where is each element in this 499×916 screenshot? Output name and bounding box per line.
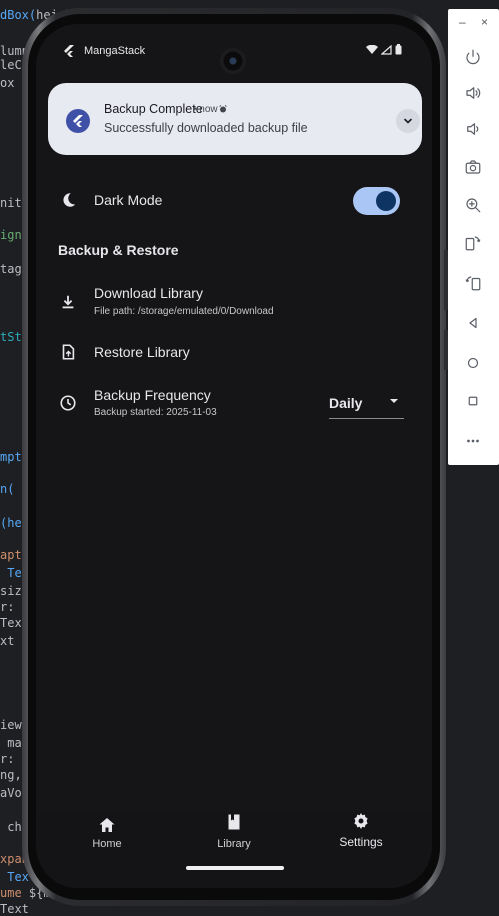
code-line: xt xyxy=(0,634,14,648)
front-camera xyxy=(220,48,246,74)
code-token: dBox( xyxy=(0,8,37,22)
phone-volume-button xyxy=(444,250,448,310)
flutter-icon xyxy=(64,45,74,57)
emulator-toolbar: – × xyxy=(448,9,499,465)
download-library-button[interactable]: Download Library xyxy=(94,285,203,301)
code-token: tag xyxy=(0,262,22,276)
signal-icon xyxy=(381,44,392,55)
volume-up-icon[interactable] xyxy=(461,81,485,105)
volume-down-icon[interactable] xyxy=(461,117,485,141)
code-line: ign xyxy=(0,228,22,242)
code-token: xt xyxy=(0,634,15,648)
overview-icon[interactable] xyxy=(461,389,485,413)
gear-icon xyxy=(354,813,368,829)
dark-mode-label: Dark Mode xyxy=(94,192,163,208)
dropdown-arrow-icon xyxy=(390,399,398,403)
code-token: ign xyxy=(0,228,22,242)
restore-file-icon xyxy=(58,342,78,362)
frequency-selected-value: Daily xyxy=(329,395,363,411)
code-token: n( xyxy=(0,482,15,496)
code-line: tag xyxy=(0,262,22,276)
home-icon xyxy=(99,818,115,832)
code-token: ox xyxy=(0,76,15,90)
clock-icon xyxy=(58,393,78,413)
backup-frequency-label: Backup Frequency xyxy=(94,387,211,403)
phone-screen: MangaStack T Backup Complete • now Succe… xyxy=(36,24,432,888)
back-icon[interactable] xyxy=(461,311,485,335)
code-token: ume xyxy=(0,886,29,900)
flutter-app-icon xyxy=(66,109,90,133)
nav-settings-label: Settings xyxy=(339,835,383,849)
download-icon xyxy=(58,292,78,312)
close-window-button[interactable]: × xyxy=(481,15,488,29)
section-header-backup-restore: Backup & Restore xyxy=(58,242,179,258)
dark-mode-toggle[interactable] xyxy=(353,187,400,215)
download-file-path: File path: /storage/emulated/0/Download xyxy=(94,306,274,317)
book-icon xyxy=(228,814,240,830)
camera-icon[interactable] xyxy=(461,155,485,179)
code-line: ox xyxy=(0,76,14,90)
minimize-button[interactable]: – xyxy=(459,15,466,29)
alarm-icon xyxy=(219,105,227,113)
status-bar: MangaStack xyxy=(36,24,432,74)
code-line: Text xyxy=(0,902,29,916)
nav-library-label: Library xyxy=(217,838,251,850)
code-token: Text xyxy=(0,902,29,916)
power-icon[interactable] xyxy=(461,45,485,69)
more-icon[interactable] xyxy=(461,429,485,453)
notification-expand-button[interactable] xyxy=(396,109,420,133)
gesture-home-indicator[interactable] xyxy=(186,866,284,870)
moon-icon xyxy=(58,190,78,210)
rotate-left-icon[interactable] xyxy=(461,231,485,255)
rotate-right-icon[interactable] xyxy=(461,271,485,295)
notification-body: Successfully downloaded backup file xyxy=(104,121,308,135)
home-icon[interactable] xyxy=(461,351,485,375)
wifi-icon xyxy=(366,44,378,54)
backup-notification[interactable]: Backup Complete • now Successfully downl… xyxy=(48,83,422,155)
backup-frequency-dropdown[interactable]: Daily xyxy=(329,392,404,419)
toggle-knob xyxy=(376,191,396,211)
bottom-navigation: Home Library Settings xyxy=(36,812,432,888)
phone-power-button xyxy=(444,330,448,370)
battery-icon xyxy=(395,44,402,55)
restore-library-button[interactable]: Restore Library xyxy=(94,344,190,360)
chevron-down-icon xyxy=(404,118,412,124)
code-line: n( xyxy=(0,482,14,496)
code-line: ng, xyxy=(0,768,22,782)
nav-home-label: Home xyxy=(92,838,122,850)
code-token: ng, xyxy=(0,768,22,782)
status-icons xyxy=(366,44,402,55)
notification-title: Backup Complete xyxy=(104,102,203,116)
backup-started-date: Backup started: 2025-11-03 xyxy=(94,407,217,418)
status-app-name: MangaStack xyxy=(84,45,146,57)
zoom-in-icon[interactable] xyxy=(461,193,485,217)
notification-timestamp: • now xyxy=(193,104,218,115)
